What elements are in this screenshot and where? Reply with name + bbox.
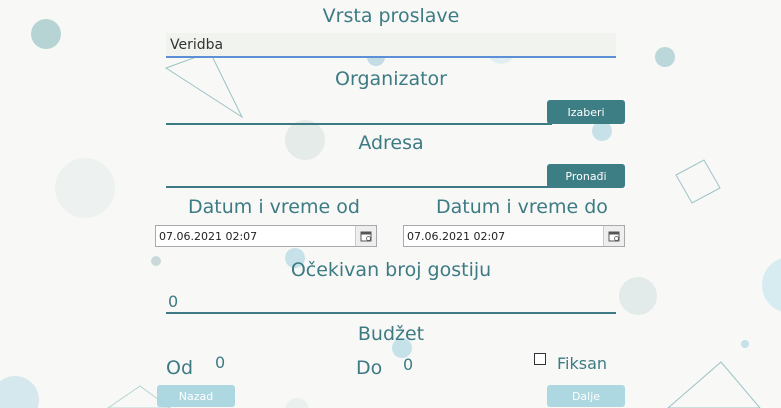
find-address-button[interactable]: Pronađi [547,164,625,188]
budget-from-label: Od [166,357,194,379]
bg-circle [151,256,161,266]
event-type-input[interactable] [166,33,616,58]
guests-value[interactable]: 0 [168,292,178,311]
calendar-icon[interactable] [355,226,376,246]
choose-organizer-button[interactable]: Izaberi [547,100,625,124]
date-from-label: Datum i vreme od [188,196,360,218]
date-from-picker[interactable]: 07.06.2021 02:07 [155,225,377,247]
fixed-label: Fiksan [557,354,608,373]
bg-circle [741,340,749,348]
bg-circle [655,47,675,67]
bg-circle [0,376,39,408]
bg-square [675,159,721,204]
address-field[interactable] [166,186,552,188]
guests-label: Očekivan broj gostiju [290,259,492,281]
bg-circle [55,158,115,218]
date-to-value: 07.06.2021 02:07 [407,229,506,243]
budget-to-value[interactable]: 0 [403,355,413,374]
budget-label: Budžet [357,323,425,345]
calendar-icon[interactable] [603,226,624,246]
date-from-value: 07.06.2021 02:07 [159,229,258,243]
bg-triangle [667,361,761,408]
date-to-picker[interactable]: 07.06.2021 02:07 [403,225,625,247]
bg-circle [285,398,309,408]
decorative-background [0,19,781,408]
back-button[interactable]: Nazad [157,385,235,407]
event-type-label: Vrsta proslave [322,5,460,27]
organizer-field[interactable] [166,123,552,125]
bg-circle [31,19,61,49]
address-label: Adresa [358,132,424,154]
budget-from-value[interactable]: 0 [215,353,225,372]
guests-field[interactable] [166,312,616,314]
bg-circle [619,277,657,315]
bg-circle [762,258,781,312]
organizer-label: Organizator [335,68,447,90]
next-button[interactable]: Dalje [547,385,625,407]
date-to-label: Datum i vreme do [436,196,608,218]
fixed-checkbox[interactable] [534,353,546,365]
budget-to-label: Do [356,357,383,379]
